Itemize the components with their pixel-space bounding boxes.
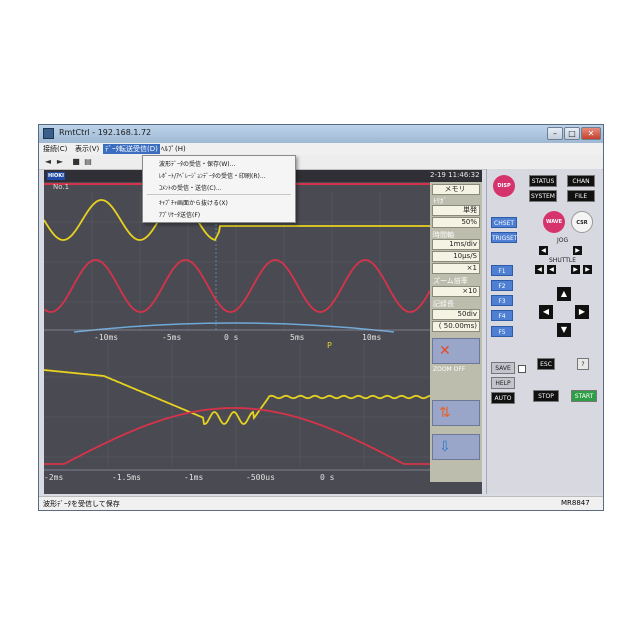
down-arrow-key-icon[interactable]: ▼: [557, 323, 571, 337]
zoom-off-icon[interactable]: ✕: [432, 338, 480, 364]
record-time-value: ( 50.00ms): [432, 321, 480, 332]
channel-label: No.1: [53, 183, 70, 191]
menu-separator: [147, 194, 291, 195]
shuttle-left-icon[interactable]: ◀: [547, 265, 556, 274]
shuttle-right-icon[interactable]: ▶: [571, 265, 580, 274]
record-length-label: 記録長: [433, 300, 454, 308]
zoom-x-value: ×1: [432, 263, 480, 274]
right-arrow-key-icon[interactable]: ▶: [575, 305, 589, 319]
jog-right-icon[interactable]: ▶: [573, 246, 582, 255]
menu-bar: 接続(C) 表示(V) ﾃﾞｰﾀ転送受信(D) ﾍﾙﾌﾟ(H): [39, 143, 603, 155]
left-arrow-key-icon[interactable]: ◀: [539, 305, 553, 319]
app-window: RmtCtrl - 192.168.1.72 – □ ✕ 接続(C) 表示(V)…: [38, 124, 604, 511]
zoom-label: ズーム倍率: [433, 277, 468, 285]
lower-tick-1: -1.5ms: [112, 473, 141, 482]
record-length-value[interactable]: 50div: [432, 309, 480, 320]
lower-tick-2: -1ms: [184, 473, 203, 482]
toolbar: ◄ ► ■ ▤: [39, 155, 603, 170]
disp-button[interactable]: DISP: [493, 175, 515, 197]
save-icon[interactable]: ■: [71, 157, 81, 167]
trigger-value[interactable]: 単発: [432, 205, 480, 216]
f2-button[interactable]: F2: [491, 280, 513, 291]
menu-data-transfer[interactable]: ﾃﾞｰﾀ転送受信(D): [103, 144, 160, 154]
upper-tick-0: -10ms: [94, 333, 118, 342]
sampling-value: 10μs/S: [432, 251, 480, 262]
timebase-value[interactable]: 1ms/div: [432, 239, 480, 250]
lower-tick-3: -500us: [246, 473, 275, 482]
shuttle-left-fast-icon[interactable]: ◀: [535, 265, 544, 274]
save-indicator: [518, 365, 526, 373]
f3-button[interactable]: F3: [491, 295, 513, 306]
shuttle-right-fast-icon[interactable]: ▶: [583, 265, 592, 274]
menu-item-exit-capture[interactable]: ｷｬﾌﾟﾁｬ画面から抜ける(X): [159, 198, 228, 207]
start-button[interactable]: START: [571, 390, 597, 402]
up-arrow-key-icon[interactable]: ▲: [557, 287, 571, 301]
waveform-plot: -10ms -5ms 0 s 5ms 10ms P -2ms -1.5ms -1…: [44, 182, 430, 482]
pretrig-value[interactable]: 50%: [432, 217, 480, 228]
status-button[interactable]: STATUS: [529, 175, 557, 187]
menu-item-send-app[interactable]: ｱﾌﾟﾘｹｰﾀ送信(F): [159, 210, 200, 219]
f5-button[interactable]: F5: [491, 326, 513, 337]
menu-connect[interactable]: 接続(C): [41, 144, 69, 154]
status-bar: 波形ﾃﾞｰﾀを受信して保存 MR8847: [39, 496, 603, 510]
menu-item-receive-wave[interactable]: 波形ﾃﾞｰﾀの受信・保存(W)...: [159, 159, 235, 168]
stop-button[interactable]: STOP: [533, 390, 559, 402]
help-question-icon[interactable]: ?: [577, 358, 589, 370]
upper-tick-1: -5ms: [162, 333, 181, 342]
csr-button[interactable]: CSR: [571, 211, 593, 233]
scope-time: 2-19 11:46:32: [430, 171, 480, 179]
down-arrow-icon[interactable]: ⇩: [432, 434, 480, 460]
zoom-value[interactable]: ×10: [432, 286, 480, 297]
esc-button[interactable]: ESC: [537, 358, 555, 370]
chan-button[interactable]: CHAN: [567, 175, 595, 187]
auto-button[interactable]: AUTO: [491, 392, 515, 404]
maximize-button[interactable]: □: [564, 127, 580, 140]
arrow-right-icon[interactable]: ►: [55, 157, 65, 167]
trigger-marker: P: [327, 341, 332, 350]
help-button[interactable]: HELP: [491, 377, 515, 389]
zoom-off-label: ZOOM OFF: [433, 366, 466, 373]
menu-view[interactable]: 表示(V): [73, 144, 101, 154]
up-arrow-icon[interactable]: ⇅: [432, 400, 480, 426]
trigset-button[interactable]: TRIGSET: [491, 232, 518, 243]
arrow-left-icon[interactable]: ◄: [43, 157, 53, 167]
title-bar: RmtCtrl - 192.168.1.72 – □ ✕: [39, 125, 603, 143]
app-icon: [43, 128, 54, 139]
upper-tick-4: 10ms: [362, 333, 381, 342]
close-button[interactable]: ✕: [581, 127, 601, 140]
upper-tick-2: 0 s: [224, 333, 239, 342]
lower-tick-4: 0 s: [320, 473, 335, 482]
f4-button[interactable]: F4: [491, 310, 513, 321]
menu-help[interactable]: ﾍﾙﾌﾟ(H): [159, 144, 188, 154]
system-button[interactable]: SYSTEM: [529, 190, 557, 202]
chset-button[interactable]: CHSET: [491, 217, 517, 228]
jog-left-icon[interactable]: ◀: [539, 246, 548, 255]
model-label: MR8847: [561, 499, 590, 507]
upper-tick-3: 5ms: [290, 333, 305, 342]
lower-tick-0: -2ms: [44, 473, 63, 482]
control-panel: DISP STATUS CHAN SYSTEM FILE CHSET TRIGS…: [486, 169, 602, 494]
file-button[interactable]: FILE: [567, 190, 595, 202]
save-button[interactable]: SAVE: [491, 362, 515, 374]
wave-button[interactable]: WAVE: [543, 211, 565, 233]
minimize-button[interactable]: –: [547, 127, 563, 140]
shuttle-label: SHUTTLE: [549, 257, 577, 264]
print-icon[interactable]: ▤: [83, 157, 93, 167]
hioki-logo: HIOKI: [47, 172, 65, 180]
mode-box[interactable]: メモリ: [432, 184, 480, 195]
window-title: RmtCtrl - 192.168.1.72: [59, 128, 152, 137]
menu-item-comment[interactable]: ｺﾒﾝﾄの受信・送信(C)...: [159, 183, 222, 192]
f1-button[interactable]: F1: [491, 265, 513, 276]
jog-label: JOG: [557, 237, 569, 244]
data-transfer-dropdown: 波形ﾃﾞｰﾀの受信・保存(W)... ﾚﾎﾟｰﾄ/ｱﾍﾞﾚｰｼﾞｮﾝﾃﾞｰﾀの受…: [142, 155, 296, 223]
status-text: 波形ﾃﾞｰﾀを受信して保存: [43, 500, 120, 508]
scope-side-panel: メモリ ﾄﾘｶﾞ 単発 50% 時間軸 1ms/div 10μs/S ×1 ズー…: [430, 182, 482, 482]
menu-item-receive-report[interactable]: ﾚﾎﾟｰﾄ/ｱﾍﾞﾚｰｼﾞｮﾝﾃﾞｰﾀの受信・印刷(R)...: [159, 171, 266, 180]
